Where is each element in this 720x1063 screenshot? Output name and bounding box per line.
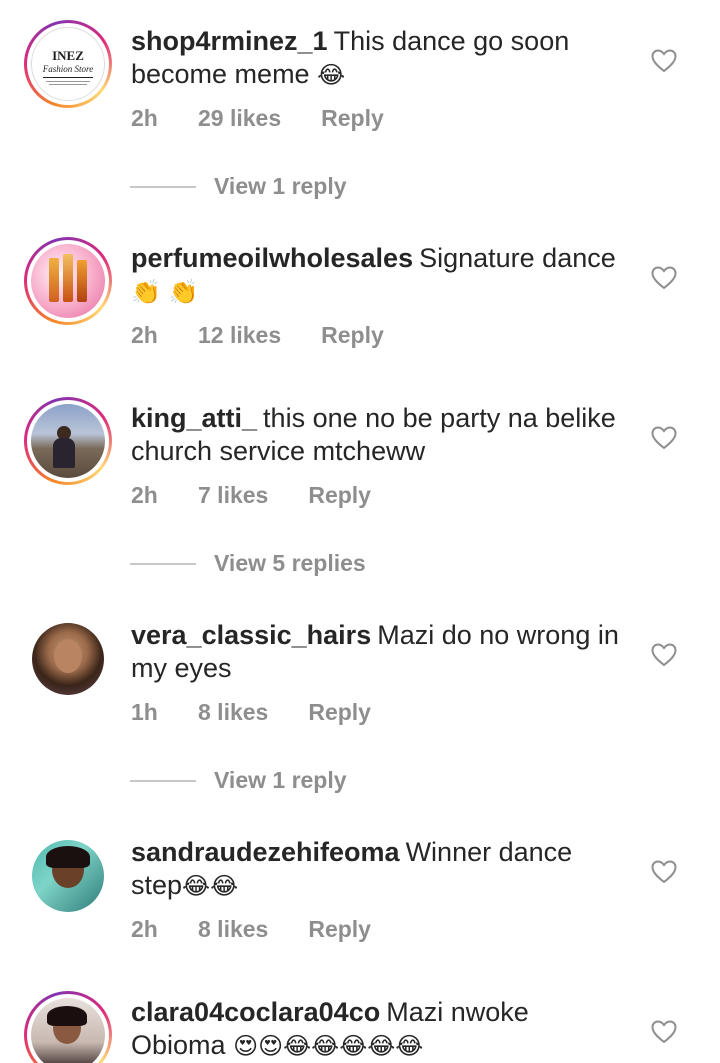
comment-text: king_atti_ this one no be party na belike…: [131, 402, 630, 468]
timestamp: 2h: [131, 916, 158, 942]
avatar[interactable]: [32, 840, 104, 912]
username-link[interactable]: vera_classic_hairs: [131, 620, 371, 650]
avatar[interactable]: INEZ Fashion Store: [24, 20, 112, 108]
comment-text: sandraudezehifeoma Winner dance step😂😂: [131, 836, 630, 903]
clapping-hands-emoji: 👏 👏: [131, 278, 199, 306]
divider-line: [130, 779, 196, 782]
avatar-logo-subtext: Fashion Store: [42, 64, 94, 74]
likes-count[interactable]: 7 likes: [198, 482, 268, 509]
heart-icon[interactable]: [651, 1020, 677, 1044]
comment-text: shop4rminez_1 This dance go soon become m…: [131, 25, 630, 92]
comment-body: shop4rminez_1 This dance go soon become m…: [131, 25, 630, 92]
avatar[interactable]: [24, 397, 112, 485]
username-link[interactable]: king_atti_: [131, 403, 257, 433]
likes-count[interactable]: 8 likes: [198, 916, 268, 943]
comment-meta: 2h 8 likes Reply: [131, 916, 371, 943]
timestamp: 2h: [131, 482, 158, 508]
timestamp: 1h: [131, 699, 158, 725]
timestamp: 2h: [131, 322, 158, 348]
heart-eyes-laughing-emoji: 😍😍😂😂😂😂😂: [233, 1032, 424, 1060]
divider-line: [130, 185, 196, 188]
heart-icon[interactable]: [651, 266, 677, 290]
heart-icon[interactable]: [651, 49, 677, 73]
view-replies-button[interactable]: View 1 reply: [130, 767, 347, 794]
username-link[interactable]: clara04coclara04co: [131, 997, 380, 1027]
divider-line: [130, 562, 196, 565]
likes-count[interactable]: 8 likes: [198, 699, 268, 726]
view-replies-button[interactable]: View 5 replies: [130, 550, 366, 577]
view-replies-button[interactable]: View 1 reply: [130, 173, 347, 200]
laughing-emoji: 😂😂: [182, 872, 239, 900]
reply-button[interactable]: Reply: [308, 916, 371, 943]
username-link[interactable]: perfumeoilwholesales: [131, 243, 413, 273]
reply-button[interactable]: Reply: [308, 482, 371, 509]
comment-meta: 1h 8 likes Reply: [131, 699, 371, 726]
likes-count[interactable]: 29 likes: [198, 105, 281, 132]
comment-text: clara04coclara04co Mazi nwoke Obioma 😍😍😂😂…: [131, 996, 630, 1063]
username-link[interactable]: sandraudezehifeoma: [131, 837, 400, 867]
comment-content: Signature dance: [419, 243, 616, 273]
view-replies-label: View 1 reply: [214, 767, 347, 793]
likes-count[interactable]: 12 likes: [198, 322, 281, 349]
comment-text: perfumeoilwholesales Signature dance 👏 👏: [131, 242, 630, 309]
heart-icon[interactable]: [651, 643, 677, 667]
comment-text: vera_classic_hairs Mazi do no wrong in my…: [131, 619, 630, 685]
comment-body: perfumeoilwholesales Signature dance 👏 👏: [131, 242, 630, 309]
view-replies-label: View 1 reply: [214, 173, 347, 199]
timestamp: 2h: [131, 105, 158, 131]
reply-button[interactable]: Reply: [308, 699, 371, 726]
avatar[interactable]: [24, 991, 112, 1063]
reply-button[interactable]: Reply: [321, 105, 384, 132]
avatar-logo-text: INEZ: [52, 48, 84, 63]
comment-body: clara04coclara04co Mazi nwoke Obioma 😍😍😂😂…: [131, 996, 630, 1063]
comment-body: vera_classic_hairs Mazi do no wrong in my…: [131, 619, 630, 685]
comment-meta: 2h 29 likes Reply: [131, 105, 384, 132]
avatar[interactable]: [32, 623, 104, 695]
laughing-emoji: 😂: [317, 61, 346, 89]
heart-icon[interactable]: [651, 860, 677, 884]
heart-icon[interactable]: [651, 426, 677, 450]
comment-meta: 2h 7 likes Reply: [131, 482, 371, 509]
view-replies-label: View 5 replies: [214, 550, 366, 576]
username-link[interactable]: shop4rminez_1: [131, 26, 328, 56]
avatar[interactable]: [24, 237, 112, 325]
comment-meta: 2h 12 likes Reply: [131, 322, 384, 349]
comment-body: king_atti_ this one no be party na belike…: [131, 402, 630, 468]
comment-body: sandraudezehifeoma Winner dance step😂😂: [131, 836, 630, 903]
reply-button[interactable]: Reply: [321, 322, 384, 349]
